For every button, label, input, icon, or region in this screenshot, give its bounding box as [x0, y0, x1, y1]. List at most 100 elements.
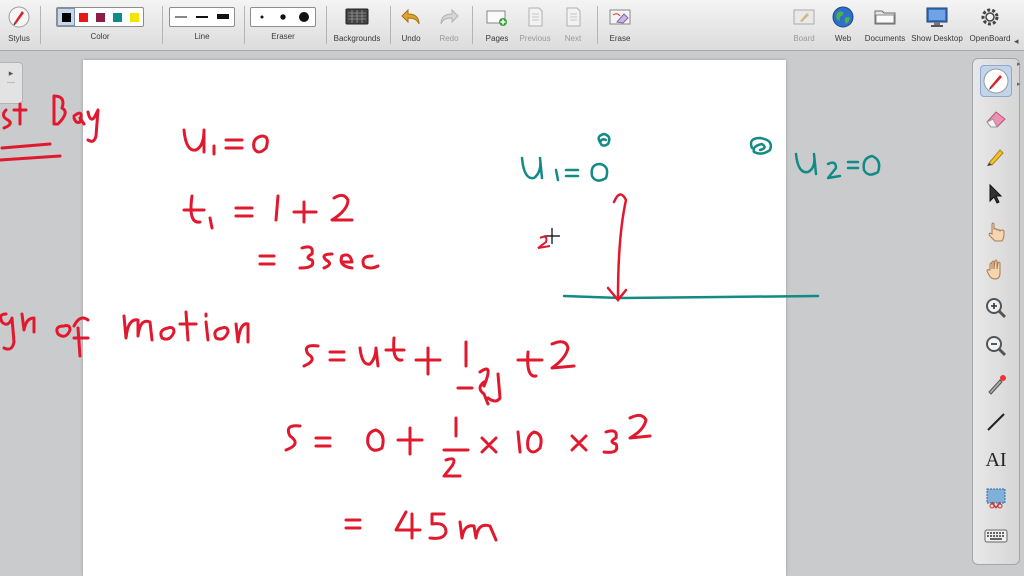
pages-label: Pages	[485, 34, 509, 43]
eraser-tool[interactable]	[981, 103, 1011, 133]
arrow-cursor-icon	[989, 183, 1003, 204]
eraser-icon	[986, 111, 1006, 128]
eraser-label: Eraser	[271, 32, 295, 41]
line-group: Line	[167, 0, 237, 50]
redo-icon	[436, 5, 462, 29]
scroll-down-icon: ▸	[1017, 81, 1021, 88]
board-button[interactable]: Board	[788, 0, 820, 50]
show-desktop-label: Show Desktop	[911, 34, 963, 43]
whiteboard-page[interactable]	[83, 60, 786, 576]
folder-icon	[872, 5, 898, 29]
next-button[interactable]: Next	[556, 0, 590, 50]
eraser-medium-option[interactable]	[273, 9, 293, 25]
line-tool[interactable]	[981, 407, 1011, 437]
capture-icon	[986, 488, 1006, 509]
color-swatch-3[interactable]	[92, 9, 108, 25]
laser-tool[interactable]	[981, 369, 1011, 399]
gear-icon	[977, 5, 1003, 29]
undo-icon	[398, 5, 424, 29]
erase-button[interactable]: Erase	[604, 0, 636, 50]
color-swatch-fill	[78, 12, 88, 22]
erase-label: Erase	[609, 34, 631, 43]
undo-button[interactable]: Undo	[396, 0, 426, 50]
previous-label: Previous	[519, 34, 551, 43]
backgrounds-icon	[344, 5, 370, 29]
pen-tool[interactable]	[980, 65, 1012, 97]
color-swatch-fill	[61, 12, 71, 22]
show-desktop-button[interactable]: Show Desktop	[910, 0, 964, 50]
erase-board-icon	[607, 5, 633, 29]
documents-label: Documents	[864, 34, 906, 43]
highlighter-icon	[987, 149, 1004, 166]
scroll-up-icon: ▸	[1017, 61, 1021, 68]
text-tool-icon: AI	[985, 448, 1007, 471]
zoom-out-icon	[986, 336, 1007, 357]
tool-palette: AI	[972, 58, 1020, 565]
toolbar: Stylus Color Line Eraser Backgrounds Und…	[0, 0, 1024, 51]
line-icon	[987, 413, 1005, 431]
color-palette	[56, 7, 144, 27]
color-swatch-fill	[112, 12, 122, 22]
pages-button[interactable]: Pages	[480, 0, 514, 50]
expand-arrow-icon: ▸	[8, 68, 14, 78]
next-page-icon	[560, 5, 586, 29]
color-swatch-fill	[129, 12, 139, 22]
line-medium-option[interactable]	[192, 9, 212, 25]
color-group: Color	[44, 0, 156, 50]
previous-button[interactable]: Previous	[518, 0, 552, 50]
zoom-in-icon	[986, 298, 1007, 319]
monitor-icon	[924, 5, 950, 29]
hand-tool[interactable]	[981, 255, 1011, 285]
keyboard-icon	[984, 529, 1008, 543]
line-thin-option[interactable]	[171, 9, 191, 25]
color-swatch-5[interactable]	[126, 9, 142, 25]
pointer-tool[interactable]	[981, 179, 1011, 209]
documents-button[interactable]: Documents	[862, 0, 908, 50]
line-thick-option[interactable]	[213, 9, 233, 25]
interact-tool[interactable]	[981, 217, 1011, 247]
eraser-large-option[interactable]	[294, 9, 314, 25]
grip-icon	[7, 82, 15, 83]
eraser-size-selector	[250, 7, 316, 27]
hand-icon	[986, 259, 1001, 280]
board-icon	[791, 5, 817, 29]
stylus-label: Stylus	[8, 34, 30, 43]
backgrounds-label: Backgrounds	[333, 34, 381, 43]
keyboard-tool[interactable]	[981, 521, 1011, 551]
next-label: Next	[564, 34, 582, 43]
previous-page-icon	[522, 5, 548, 29]
text-tool[interactable]: AI	[981, 445, 1011, 475]
stylus-icon	[6, 5, 32, 29]
redo-label: Redo	[439, 34, 459, 43]
pen-icon	[983, 68, 1009, 94]
stylus-button[interactable]: Stylus	[4, 0, 34, 50]
laser-pointer-icon	[988, 375, 1006, 395]
color-swatch-fill	[95, 12, 105, 22]
web-button[interactable]: Web	[828, 0, 858, 50]
zoom-in-tool[interactable]	[981, 293, 1011, 323]
tool-palette-scroll[interactable]: ▸ ▸	[1017, 60, 1023, 100]
line-width-selector	[169, 7, 235, 27]
globe-icon	[830, 5, 856, 29]
board-label: Board	[793, 34, 815, 43]
line-label: Line	[194, 32, 210, 41]
pointing-hand-icon	[988, 222, 1005, 242]
color-label: Color	[90, 32, 110, 41]
backgrounds-button[interactable]: Backgrounds	[330, 0, 384, 50]
left-palette-toggle[interactable]: ▸	[0, 62, 23, 104]
color-swatch-1[interactable]	[57, 8, 75, 26]
web-label: Web	[834, 34, 852, 43]
color-swatch-4[interactable]	[109, 9, 125, 25]
capture-tool[interactable]	[981, 483, 1011, 513]
eraser-small-option[interactable]	[252, 9, 272, 25]
openboard-menu-button[interactable]: OpenBoard	[966, 0, 1014, 50]
highlighter-tool[interactable]	[981, 141, 1011, 171]
scroll-right-icon[interactable]: ◂	[1014, 36, 1024, 48]
undo-label: Undo	[401, 34, 421, 43]
zoom-out-tool[interactable]	[981, 331, 1011, 361]
redo-button[interactable]: Redo	[434, 0, 464, 50]
eraser-group: Eraser	[249, 0, 317, 50]
color-swatch-2[interactable]	[75, 9, 91, 25]
add-page-icon	[484, 5, 510, 29]
openboard-label: OpenBoard	[969, 34, 1011, 43]
